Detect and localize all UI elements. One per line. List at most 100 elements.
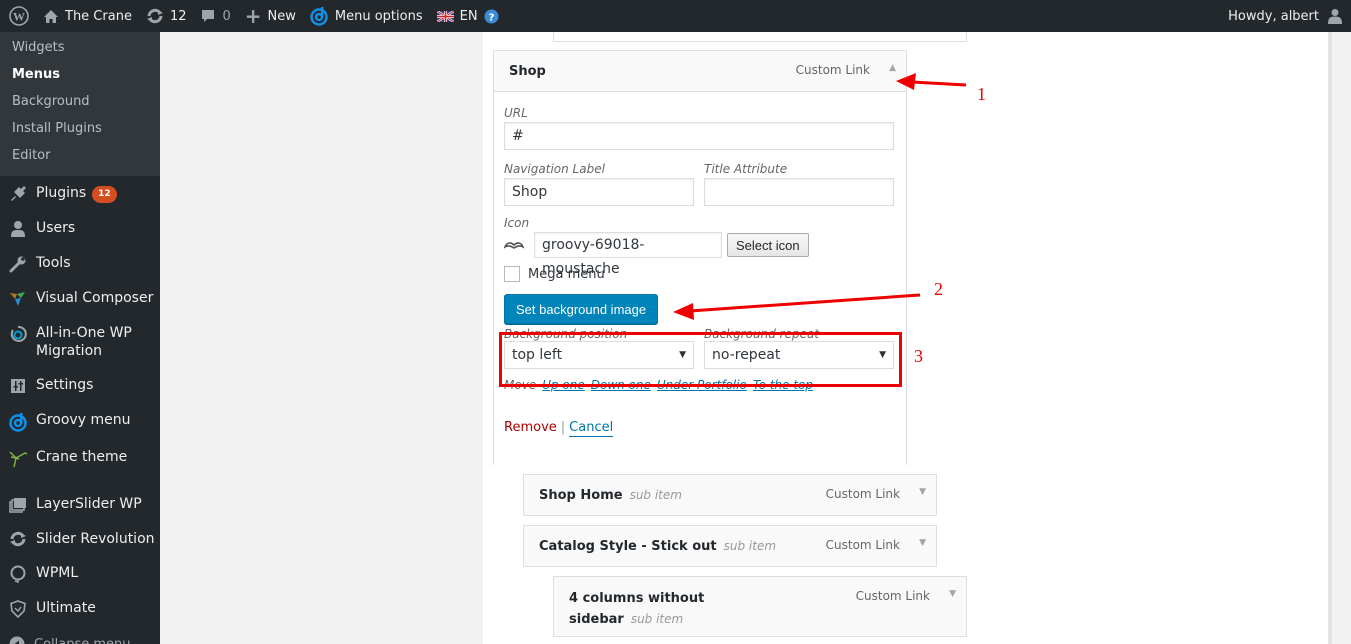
sub-item-note: sub item: [630, 612, 684, 626]
sidebar-item-visual-composer[interactable]: Visual Composer: [0, 281, 160, 316]
item-actions: Remove | Cancel: [504, 420, 894, 437]
menu-item-catalog-style[interactable]: Catalog Style - Stick out sub item Custom…: [523, 525, 937, 567]
plugins-update-badge: 12: [92, 186, 117, 203]
submenu-item-editor[interactable]: Editor: [0, 142, 160, 169]
menu-item-shop-home[interactable]: Shop Home sub item Custom Link ▼: [523, 474, 937, 516]
slider-revolution-icon: [0, 530, 36, 547]
sidebar-label: Visual Composer: [36, 290, 154, 306]
submenu-item-background[interactable]: Background: [0, 88, 160, 115]
sidebar-label: Ultimate: [36, 600, 96, 616]
help-icon[interactable]: ?: [484, 9, 499, 24]
title-attribute-label: Title Attribute: [704, 162, 788, 176]
sidebar-item-wpml[interactable]: WPML: [0, 556, 160, 591]
sidebar-label: LayerSlider WP: [36, 496, 142, 512]
cancel-link[interactable]: Cancel: [569, 420, 614, 437]
sidebar-item-all-in-one-wp-migration[interactable]: All-in-One WP Migration: [0, 316, 160, 368]
wpml-icon: [0, 564, 36, 583]
panel-divider: [1329, 32, 1332, 644]
sidebar-label: Groovy menu: [36, 412, 131, 428]
menu-item-shop: Shop Custom Link ▲ URL # Navigation Labe…: [493, 50, 907, 465]
sidebar-item-layerslider[interactable]: LayerSlider WP: [0, 487, 160, 522]
svg-text:?: ?: [488, 12, 494, 23]
uk-flag-icon: [436, 10, 454, 22]
new-label: New: [267, 8, 296, 24]
select-icon-button[interactable]: Select icon: [727, 233, 809, 257]
sidebar-label: All-in-One WP Migration: [36, 325, 132, 359]
wp-logo-menu[interactable]: W: [0, 0, 36, 32]
ultimate-icon: [0, 599, 36, 618]
svg-text:W: W: [13, 10, 25, 24]
collapse-arrow-icon: [0, 636, 34, 644]
collapse-toggle-up-icon[interactable]: ▲: [889, 63, 896, 73]
sidebar-label: Tools: [36, 255, 71, 271]
menu-item-type: Custom Link: [855, 589, 930, 603]
menu-item-4-columns[interactable]: 4 columns without sidebar sub item Custom…: [553, 576, 967, 637]
annotation-highlight-box: [499, 332, 902, 387]
menu-options-menu[interactable]: Menu options: [303, 0, 430, 32]
menu-item-type: Custom Link: [795, 63, 870, 77]
home-icon: [43, 9, 59, 24]
collapse-menu-button[interactable]: Collapse menu: [0, 626, 160, 644]
appearance-submenu: Widgets Menus Background Install Plugins…: [0, 32, 160, 176]
layerslider-icon: [0, 495, 36, 514]
sidebar-item-slider-revolution[interactable]: Slider Revolution: [0, 522, 160, 556]
navigation-label-input[interactable]: Shop: [504, 178, 694, 206]
submenu-item-menus[interactable]: Menus: [0, 61, 160, 88]
language-switcher[interactable]: EN ?: [430, 0, 506, 32]
user-avatar-icon: [1327, 8, 1343, 24]
my-account-menu[interactable]: Howdy, albert: [1221, 0, 1351, 32]
updates-menu[interactable]: 12: [139, 0, 194, 32]
language-label: EN: [459, 8, 478, 24]
site-name-menu[interactable]: The Crane: [36, 0, 139, 32]
previous-menu-item-bottom: [553, 32, 967, 42]
icon-label: Icon: [504, 216, 530, 230]
sub-item-note: sub item: [723, 538, 777, 553]
submenu-item-widgets[interactable]: Widgets: [0, 34, 160, 61]
visual-composer-icon: [0, 289, 36, 308]
remove-link[interactable]: Remove: [504, 420, 557, 435]
mega-menu-checkbox[interactable]: [504, 266, 520, 282]
comments-count: 0: [222, 8, 231, 24]
set-background-image-button[interactable]: Set background image: [504, 294, 659, 324]
title-attribute-input[interactable]: [704, 178, 894, 206]
sidebar-item-tools[interactable]: Tools: [0, 246, 160, 281]
settings-icon: [0, 376, 36, 395]
sidebar-item-plugins[interactable]: Plugins 12: [0, 176, 160, 211]
admin-bar: W The Crane 12 0 + New Menu options EN ?…: [0, 0, 1351, 32]
action-separator: |: [560, 420, 566, 435]
url-input[interactable]: #: [504, 122, 894, 150]
navigation-label-label: Navigation Label: [504, 162, 605, 176]
comment-icon: [200, 8, 216, 24]
sidebar-label: Slider Revolution: [36, 531, 155, 547]
menu-options-label: Menu options: [334, 8, 423, 24]
expand-toggle-down-icon[interactable]: ▼: [919, 487, 926, 497]
groovy-menu-icon: [310, 6, 329, 26]
mega-menu-label: Mega menu: [528, 266, 605, 282]
sidebar-item-ultimate[interactable]: Ultimate: [0, 591, 160, 626]
submenu-item-install-plugins[interactable]: Install Plugins: [0, 115, 160, 142]
sidebar-item-crane-theme[interactable]: Crane theme: [0, 440, 160, 477]
comments-menu[interactable]: 0: [193, 0, 237, 32]
updates-count: 12: [169, 8, 187, 24]
moustache-icon: [504, 240, 534, 250]
sidebar-label: WPML: [36, 565, 79, 581]
expand-toggle-down-icon[interactable]: ▼: [919, 538, 926, 548]
icon-input[interactable]: groovy-69018-moustache: [534, 232, 722, 277]
sidebar-item-settings[interactable]: Settings: [0, 368, 160, 403]
groovy-menu-icon: [0, 411, 36, 432]
menu-item-settings: URL # Navigation Label Shop Title Attrib…: [494, 92, 906, 465]
menu-item-type: Custom Link: [825, 538, 900, 552]
updates-icon: [146, 8, 164, 24]
plus-icon: +: [244, 4, 262, 28]
sidebar-item-groovy-menu[interactable]: Groovy menu: [0, 403, 160, 440]
annotation-label-1: 1: [977, 84, 986, 104]
crane-icon: [0, 448, 36, 469]
menu-item-title: Catalog Style - Stick out: [539, 538, 717, 554]
menu-item-handle[interactable]: Shop Custom Link ▲: [494, 51, 906, 92]
greeting: Howdy, albert: [1228, 8, 1319, 24]
new-content-menu[interactable]: + New: [238, 0, 303, 32]
tools-icon: [0, 254, 36, 273]
annotation-label-2: 2: [934, 279, 943, 299]
sidebar-item-users[interactable]: Users: [0, 211, 160, 246]
expand-toggle-down-icon[interactable]: ▼: [949, 589, 956, 599]
